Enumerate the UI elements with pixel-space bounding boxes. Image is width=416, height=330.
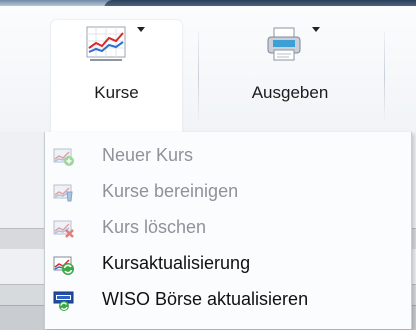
chart-delete-icon [53, 220, 74, 238]
printer-icon [267, 27, 301, 61]
menu-item-label: Kursaktualisierung [102, 253, 251, 273]
menu-item-label: Kurs löschen [102, 217, 207, 237]
chart-add-icon [53, 148, 74, 166]
wiso-refresh-icon [53, 291, 74, 311]
kurse-button[interactable]: Kurse [51, 20, 182, 132]
menu-item-wiso-boerse-aktualisieren[interactable]: WISO Börse aktualisieren [45, 282, 411, 318]
ribbon-separator [198, 32, 199, 120]
ribbon: Kurse Ausgeben [0, 6, 416, 132]
menu-item-label: Kurse bereinigen [102, 181, 239, 201]
menu-item-kurs-loeschen[interactable]: Kurs löschen [45, 210, 411, 246]
menu-item-label: WISO Börse aktualisieren [102, 289, 309, 309]
menu-item-label: Neuer Kurs [102, 145, 194, 165]
chart-icon [86, 26, 126, 61]
chart-clean-icon [53, 184, 73, 202]
ribbon-separator [384, 32, 385, 120]
ausgeben-dropdown-arrow-icon[interactable] [312, 27, 320, 32]
chart-refresh-icon [53, 256, 74, 275]
menu-item-kurse-bereinigen[interactable]: Kurse bereinigen [45, 174, 411, 210]
ausgeben-button[interactable]: Ausgeben [216, 20, 364, 132]
kurse-dropdown-arrow-icon[interactable] [137, 27, 145, 32]
menu-item-kursaktualisierung[interactable]: Kursaktualisierung [45, 246, 411, 282]
ausgeben-button-label: Ausgeben [251, 83, 329, 102]
kurse-dropdown-menu: Neuer Kurs Kurse bereinigen Kurs löschen [44, 132, 412, 329]
menu-item-neuer-kurs[interactable]: Neuer Kurs [45, 138, 411, 174]
kurse-button-label: Kurse [94, 83, 139, 102]
